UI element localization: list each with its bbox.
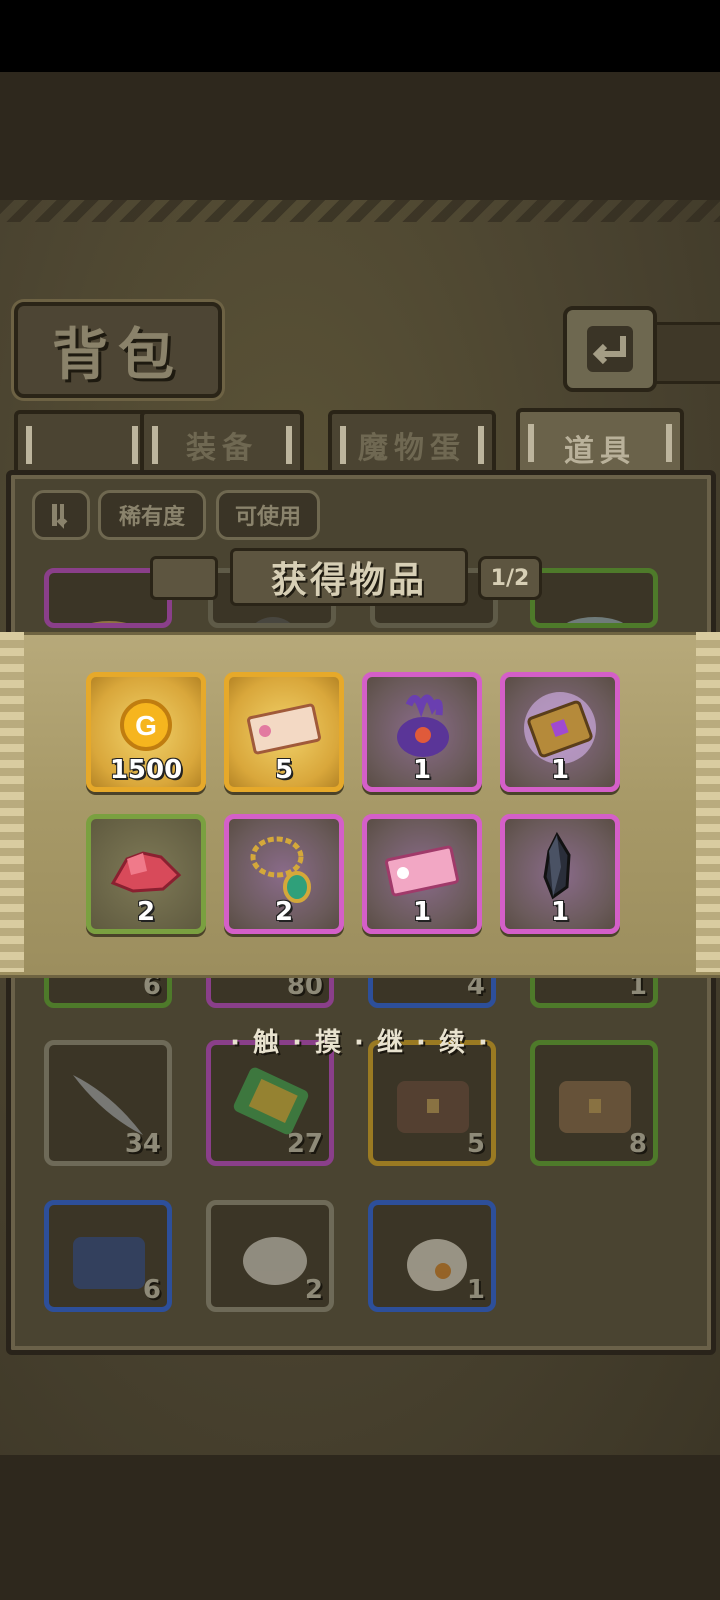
- strip-left-edge: [0, 632, 24, 972]
- tab-items-label: 道具: [564, 434, 636, 469]
- overlay-title-plate: 获得物品: [230, 548, 468, 606]
- reward-count: 5: [274, 755, 294, 785]
- item-count: 27: [286, 1129, 323, 1159]
- reward-cell[interactable]: 1: [500, 814, 620, 934]
- item-count: 2: [304, 1275, 323, 1305]
- overlay-page-indicator: 1/2: [478, 556, 542, 600]
- sort-icon: [52, 504, 68, 529]
- item-count: 5: [466, 1129, 485, 1159]
- coin-bag-icon: [243, 1237, 307, 1285]
- top-dim-area: [0, 72, 720, 202]
- inventory-cell[interactable]: 2: [206, 1200, 334, 1312]
- coin-letter: G: [135, 710, 157, 741]
- reward-cell[interactable]: 2: [86, 814, 206, 934]
- item-count: 6: [142, 1275, 161, 1305]
- reward-count: 1: [550, 755, 570, 785]
- reward-count: 1500: [109, 755, 183, 785]
- chest-icon: [397, 1081, 469, 1133]
- tab-monster-egg-label: 魔物蛋: [358, 431, 466, 466]
- tab-blank: [14, 410, 150, 476]
- rarity-filter-button[interactable]: 稀有度: [98, 490, 206, 540]
- reward-cell[interactable]: 1: [362, 672, 482, 792]
- back-button[interactable]: [563, 306, 657, 392]
- bowl-icon: [566, 617, 624, 623]
- wooden-chest-icon: [559, 1081, 631, 1133]
- usable-filter-label: 可使用: [234, 505, 301, 530]
- page-title-plate: 背包: [14, 302, 222, 398]
- reward-cell[interactable]: 2: [224, 814, 344, 934]
- bottom-dim-area: [0, 1455, 720, 1600]
- reward-count: 1: [412, 755, 432, 785]
- touch-to-continue-hint[interactable]: · 触 · 摸 · 继 · 续 ·: [0, 1022, 720, 1059]
- reward-cell[interactable]: 1: [362, 814, 482, 934]
- reward-cell[interactable]: 1: [500, 672, 620, 792]
- reward-count: 1: [412, 897, 432, 927]
- page-title: 背包: [52, 322, 184, 388]
- reward-count: 1: [550, 897, 570, 927]
- rarity-filter-label: 稀有度: [118, 505, 185, 530]
- inventory-cell[interactable]: [530, 568, 658, 628]
- reward-count: 2: [136, 897, 156, 927]
- strip-right-edge: [696, 632, 720, 972]
- return-icon: [587, 326, 633, 372]
- blue-chest-icon: [73, 1237, 145, 1289]
- usable-filter-button[interactable]: 可使用: [216, 490, 320, 540]
- item-count: 34: [124, 1129, 161, 1159]
- tab-monster-egg[interactable]: 魔物蛋: [328, 410, 496, 476]
- sort-order-button[interactable]: [32, 490, 90, 540]
- reward-cell[interactable]: G 1500: [86, 672, 206, 792]
- item-count: 1: [466, 1275, 485, 1305]
- tab-equipment[interactable]: 装备: [140, 410, 304, 476]
- lucky-bag-icon: [407, 1239, 467, 1291]
- bread-icon: [91, 621, 127, 623]
- inventory-cell[interactable]: 1: [368, 1200, 496, 1312]
- overlay-header-left: [150, 556, 218, 600]
- item-count: 8: [628, 1129, 647, 1159]
- inventory-cell[interactable]: 6: [44, 1200, 172, 1312]
- reward-count: 2: [274, 897, 294, 927]
- reward-cell[interactable]: 5: [224, 672, 344, 792]
- tab-equipment-label: 装备: [186, 431, 258, 466]
- overlay-title: 获得物品: [270, 560, 427, 601]
- page-indicator-label: 1/2: [490, 565, 530, 591]
